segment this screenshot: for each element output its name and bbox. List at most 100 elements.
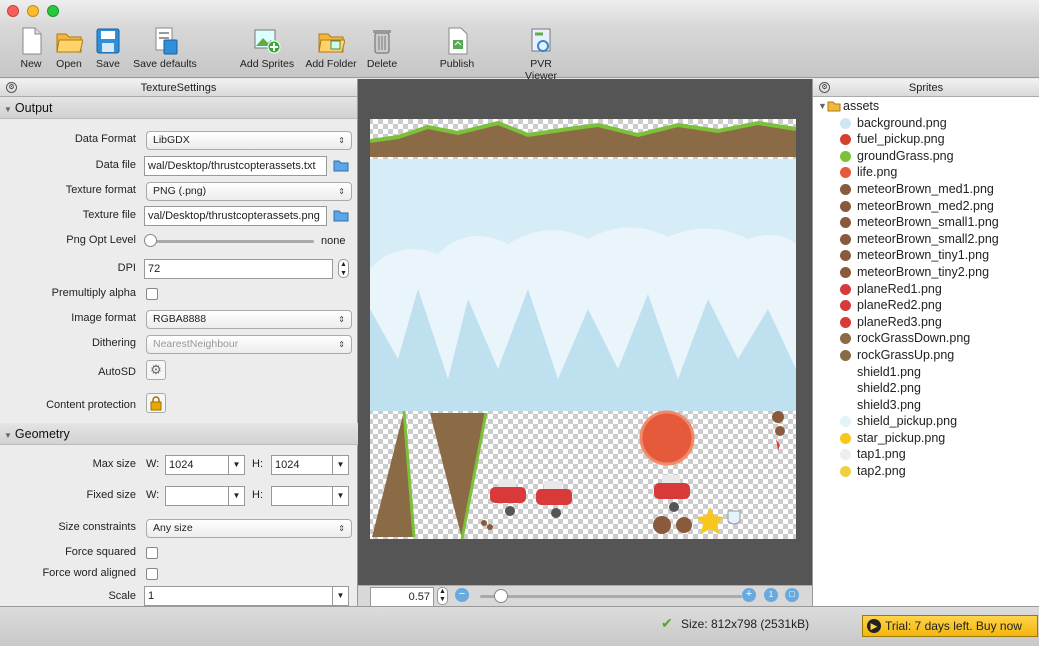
- zoom-out-icon[interactable]: −: [455, 588, 469, 602]
- sprite-list-item[interactable]: shield1.png: [813, 364, 1039, 381]
- open-button[interactable]: Open: [52, 26, 86, 70]
- sprite-list-item[interactable]: meteorBrown_tiny2.png: [813, 264, 1039, 281]
- panel-options-icon[interactable]: ⚙: [819, 82, 830, 93]
- sprite-list-item[interactable]: groundGrass.png: [813, 148, 1039, 165]
- lock-icon[interactable]: [146, 393, 166, 413]
- browse-folder-icon[interactable]: [333, 209, 349, 225]
- save-defaults-button[interactable]: Save defaults: [131, 26, 199, 70]
- texture-file-input[interactable]: val/Desktop/thrustcopterassets.png: [144, 206, 327, 226]
- data-format-value: LibGDX: [153, 134, 190, 146]
- scale-row: Scale 1 ▼: [0, 586, 358, 608]
- zoom-in-icon[interactable]: +: [742, 588, 756, 602]
- publish-button[interactable]: Publish: [436, 26, 478, 70]
- autosd-gear-icon[interactable]: ⚙: [146, 360, 166, 380]
- png-opt-level-slider[interactable]: [146, 240, 314, 243]
- trial-buy-button[interactable]: ▶ Trial: 7 days left. Buy now: [862, 615, 1038, 637]
- new-button[interactable]: New: [14, 26, 48, 70]
- sprite-thumbnail-icon: [840, 183, 851, 195]
- sprite-list-item[interactable]: planeRed2.png: [813, 297, 1039, 314]
- sprite-list-item[interactable]: meteorBrown_med1.png: [813, 181, 1039, 198]
- minimize-window-button[interactable]: [27, 5, 39, 17]
- sprite-list-item[interactable]: planeRed1.png: [813, 281, 1039, 298]
- zoom-stepper[interactable]: ▲ ▼: [437, 587, 448, 605]
- max-size-width-input[interactable]: 1024: [165, 455, 229, 475]
- add-folder-button[interactable]: Add Folder: [302, 26, 360, 70]
- scale-dropdown[interactable]: ▼: [332, 586, 349, 606]
- folder-open-icon: [55, 26, 84, 56]
- dpi-input[interactable]: 72: [144, 259, 333, 279]
- sprite-name: planeRed2.png: [857, 298, 942, 313]
- image-format-select[interactable]: RGBA8888 ⇕: [146, 310, 352, 329]
- image-format-row: Image format RGBA8888 ⇕: [0, 308, 358, 330]
- fixed-size-width-dropdown[interactable]: ▼: [228, 486, 245, 506]
- sprite-list-item[interactable]: star_pickup.png: [813, 430, 1039, 447]
- sprite-list-item[interactable]: rockGrassDown.png: [813, 330, 1039, 347]
- sprite-list-item[interactable]: background.png: [813, 115, 1039, 132]
- pvr-viewer-button[interactable]: PVR Viewer: [513, 26, 569, 82]
- fixed-size-width-input[interactable]: [165, 486, 229, 506]
- premultiply-alpha-label: Premultiply alpha: [51, 287, 136, 299]
- premultiply-alpha-checkbox[interactable]: [146, 288, 158, 300]
- texture-file-label: Texture file: [82, 209, 136, 221]
- sprite-name: planeRed3.png: [857, 314, 942, 329]
- sprite-name: meteorBrown_med1.png: [857, 181, 994, 196]
- zoom-input[interactable]: 0.57: [370, 587, 434, 607]
- delete-button[interactable]: Delete: [364, 26, 400, 70]
- texture-settings-header: ⚙ TextureSettings: [0, 79, 357, 97]
- zoom-actual-size-icon[interactable]: 1: [764, 588, 778, 602]
- geometry-section-header[interactable]: ▼ Geometry: [0, 423, 358, 445]
- sprite-thumbnail-icon: [840, 150, 851, 162]
- zoom-window-button[interactable]: [47, 5, 59, 17]
- zoom-slider[interactable]: [480, 595, 742, 598]
- max-size-height-input[interactable]: 1024: [271, 455, 333, 475]
- sprite-list-item[interactable]: meteorBrown_med2.png: [813, 198, 1039, 215]
- data-file-input[interactable]: wal/Desktop/thrustcopterassets.txt: [144, 156, 327, 176]
- fixed-size-label: Fixed size: [86, 489, 136, 501]
- sprite-list-item[interactable]: meteorBrown_tiny1.png: [813, 247, 1039, 264]
- force-word-aligned-checkbox[interactable]: [146, 568, 158, 580]
- sprite-list-item[interactable]: meteorBrown_small1.png: [813, 214, 1039, 231]
- add-sprites-button[interactable]: Add Sprites: [236, 26, 298, 70]
- scale-input[interactable]: 1: [144, 586, 333, 606]
- autosd-row: AutoSD ⚙: [0, 359, 358, 385]
- fixed-size-height-dropdown[interactable]: ▼: [332, 486, 349, 506]
- panel-options-icon[interactable]: ⚙: [6, 82, 17, 93]
- sprite-list-item[interactable]: meteorBrown_small2.png: [813, 231, 1039, 248]
- save-button[interactable]: Save: [92, 26, 124, 70]
- sprites-panel: ⚙ Sprites ▼ assets background.png fuel_pic…: [812, 79, 1039, 606]
- fixed-size-height-input[interactable]: [271, 486, 333, 506]
- zoom-slider-knob[interactable]: [493, 589, 508, 603]
- sprite-list-item[interactable]: planeRed3.png: [813, 314, 1039, 331]
- trial-label: Trial: 7 days left. Buy now: [885, 619, 1022, 633]
- texture-format-select[interactable]: PNG (.png) ⇕: [146, 182, 352, 201]
- size-constraints-row: Size constraints Any size ⇕: [0, 517, 358, 539]
- sprite-list-item[interactable]: life.png: [813, 164, 1039, 181]
- browse-folder-icon[interactable]: [333, 159, 349, 175]
- save-defaults-label: Save defaults: [133, 58, 197, 70]
- size-constraints-label: Size constraints: [58, 521, 136, 533]
- sprite-list-item[interactable]: shield_pickup.png: [813, 413, 1039, 430]
- data-format-select[interactable]: LibGDX ⇕: [146, 131, 352, 150]
- max-size-height-dropdown[interactable]: ▼: [332, 455, 349, 475]
- sprite-list-item[interactable]: tap1.png: [813, 446, 1039, 463]
- size-status-text: Size: 812x798 (2531kB): [681, 617, 810, 631]
- zoom-fit-icon[interactable]: □: [785, 588, 799, 602]
- sprite-name: star_pickup.png: [857, 430, 946, 445]
- max-size-width-dropdown[interactable]: ▼: [228, 455, 245, 475]
- dpi-row: DPI 72 ▲ ▼: [0, 258, 358, 280]
- sprite-list-item[interactable]: shield3.png: [813, 397, 1039, 414]
- sprite-list-item[interactable]: fuel_pickup.png: [813, 131, 1039, 148]
- save-label: Save: [96, 58, 120, 70]
- size-constraints-select[interactable]: Any size ⇕: [146, 519, 352, 538]
- sprite-sheet-canvas[interactable]: [358, 79, 812, 585]
- sprite-list-item[interactable]: shield2.png: [813, 380, 1039, 397]
- output-section-header[interactable]: ▼ Output: [0, 97, 357, 119]
- tree-folder-assets[interactable]: ▼ assets: [813, 98, 1039, 115]
- sprite-list-item[interactable]: rockGrassUp.png: [813, 347, 1039, 364]
- png-opt-level-knob[interactable]: [144, 234, 157, 247]
- sprite-list-item[interactable]: tap2.png: [813, 463, 1039, 480]
- dithering-select[interactable]: NearestNeighbour ⇕: [146, 335, 352, 354]
- close-window-button[interactable]: [7, 5, 19, 17]
- dpi-stepper[interactable]: ▲ ▼: [338, 259, 349, 278]
- force-squared-checkbox[interactable]: [146, 547, 158, 559]
